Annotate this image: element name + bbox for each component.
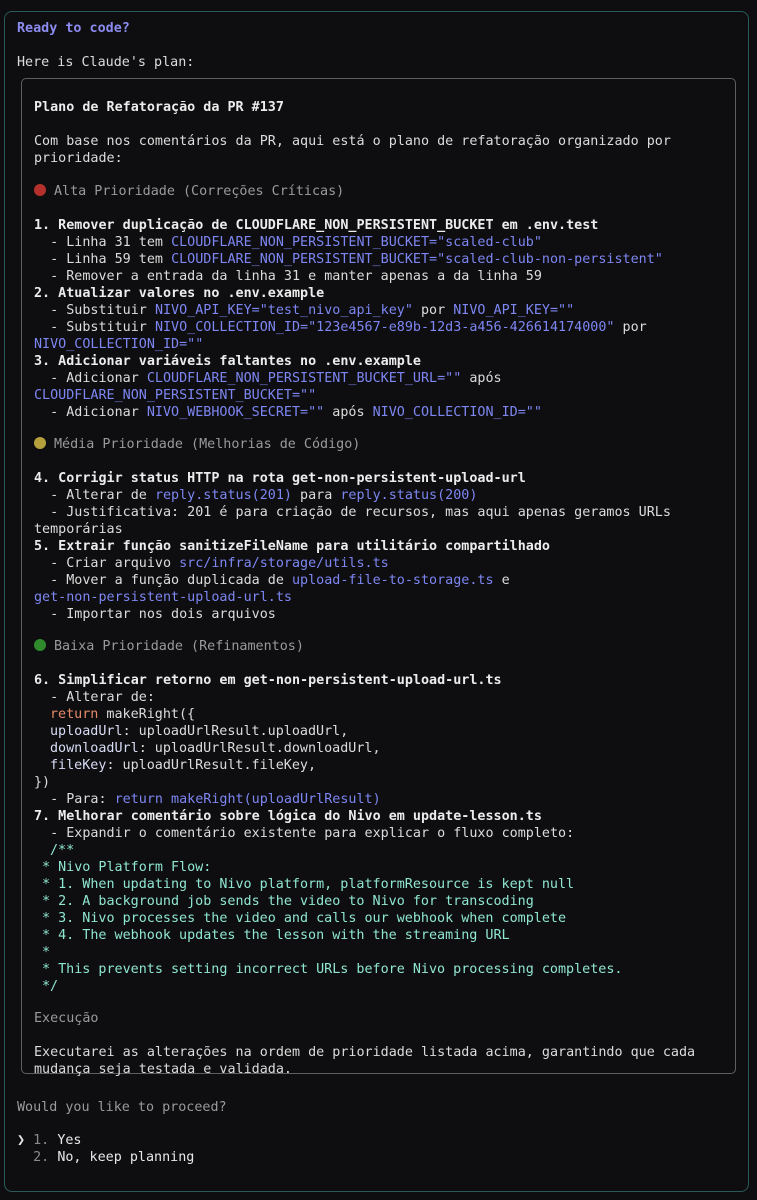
item-5-b-cont: get-non-persistent-upload-url.ts	[34, 590, 292, 605]
item-7-title: 7. Melhorar comentário sobre lógica do N…	[34, 809, 542, 824]
code-line-5: })	[34, 775, 51, 790]
item-3-a-cont: CLOUDFLARE_NON_PERSISTENT_BUCKET=""	[34, 388, 317, 403]
doc-line-9: */	[42, 979, 59, 994]
code-line-1: return makeRight({	[50, 707, 196, 722]
doc-line-7: *	[42, 945, 51, 960]
code-line-2: uploadUrl: uploadUrlResult.uploadUrl,	[50, 724, 349, 739]
code-line-3: downloadUrl: uploadUrlResult.downloadUrl…	[50, 741, 381, 756]
plan-intro-2: prioridade:	[34, 151, 123, 166]
proceed-question: Would you like to proceed?	[17, 1100, 227, 1115]
plan-box: Plano de Refatoração da PR #137 Com base…	[21, 78, 736, 1077]
item-4-title: 4. Corrigir status HTTP na rota get-non-…	[34, 471, 526, 486]
item-5-b: - Mover a função duplicada de upload-fil…	[34, 573, 510, 588]
execution-text-2: mudança seja testada e validada.	[34, 1062, 292, 1077]
item-1-c: - Remover a entrada da linha 31 e manter…	[34, 269, 542, 284]
item-7-a: - Expandir o comentário existente para e…	[34, 826, 575, 841]
prompt-title: Ready to code?	[17, 21, 130, 36]
item-6-b: - Para: return makeRight(uploadUrlResult…	[34, 792, 381, 807]
item-3-a: - Adicionar CLOUDFLARE_NON_PERSISTENT_BU…	[34, 371, 502, 386]
item-2-b-cont: NIVO_COLLECTION_ID=""	[34, 337, 204, 352]
doc-line-4: * 2. A background job sends the video to…	[42, 894, 534, 909]
item-2-b: - Substituir NIVO_COLLECTION_ID="123e456…	[34, 320, 647, 335]
item-1-a: - Linha 31 tem CLOUDFLARE_NON_PERSISTENT…	[34, 235, 542, 250]
section-high-priority: Alta Prioridade (Correções Críticas)	[34, 183, 344, 200]
item-4-b: - Justificativa: 201 é para criação de r…	[34, 505, 671, 520]
option-keep-planning[interactable]: 2. No, keep planning	[17, 1149, 194, 1166]
plan-title: Plano de Refatoração da PR #137	[34, 100, 284, 115]
execution-text-1: Executarei as alterações na ordem de pri…	[34, 1045, 696, 1060]
code-line-4: fileKey: uploadUrlResult.fileKey,	[50, 758, 317, 773]
prompt-intro: Here is Claude's plan:	[17, 55, 195, 70]
item-5-title: 5. Extrair função sanitizeFileName para …	[34, 539, 550, 554]
doc-line-8: * This prevents setting incorrect URLs b…	[42, 962, 623, 977]
option-yes[interactable]: ❯ 1. Yes	[17, 1132, 82, 1149]
item-4-a: - Alterar de reply.status(201) para repl…	[34, 488, 478, 503]
item-5-a: - Criar arquivo src/infra/storage/utils.…	[34, 556, 389, 571]
plan-intro-1: Com base nos comentários da PR, aqui est…	[34, 134, 671, 149]
prompt-panel: Ready to code? Here is Claude's plan: Pl…	[4, 11, 749, 1192]
doc-line-6: * 4. The webhook updates the lesson with…	[42, 928, 510, 943]
yellow-circle-icon	[34, 437, 46, 449]
item-1-b: - Linha 59 tem CLOUDFLARE_NON_PERSISTENT…	[34, 252, 663, 267]
section-low-priority: Baixa Prioridade (Refinamentos)	[34, 638, 304, 655]
item-6-title: 6. Simplificar retorno em get-non-persis…	[34, 673, 502, 688]
item-3-title: 3. Adicionar variáveis faltantes no .env…	[34, 354, 421, 369]
doc-line-3: * 1. When updating to Nivo platform, pla…	[42, 877, 575, 892]
red-circle-icon	[34, 184, 46, 196]
item-2-a: - Substituir NIVO_API_KEY="test_nivo_api…	[34, 303, 575, 318]
doc-line-1: /**	[50, 843, 75, 858]
caret-icon: ❯	[17, 1133, 26, 1148]
item-3-b: - Adicionar NIVO_WEBHOOK_SECRET="" após …	[34, 405, 542, 420]
item-4-b-cont: temporárias	[34, 522, 123, 537]
section-medium-priority: Média Prioridade (Melhorias de Código)	[34, 436, 360, 453]
item-6-a: - Alterar de:	[34, 690, 155, 705]
item-2-title: 2. Atualizar valores no .env.example	[34, 286, 325, 301]
doc-line-5: * 3. Nivo processes the video and calls …	[42, 911, 567, 926]
item-1-title: 1. Remover duplicação de CLOUDFLARE_NON_…	[34, 218, 599, 233]
item-5-c: - Importar nos dois arquivos	[34, 607, 276, 622]
green-circle-icon	[34, 639, 46, 651]
doc-line-2: * Nivo Platform Flow:	[42, 860, 212, 875]
section-execution: Execução	[34, 1011, 99, 1026]
